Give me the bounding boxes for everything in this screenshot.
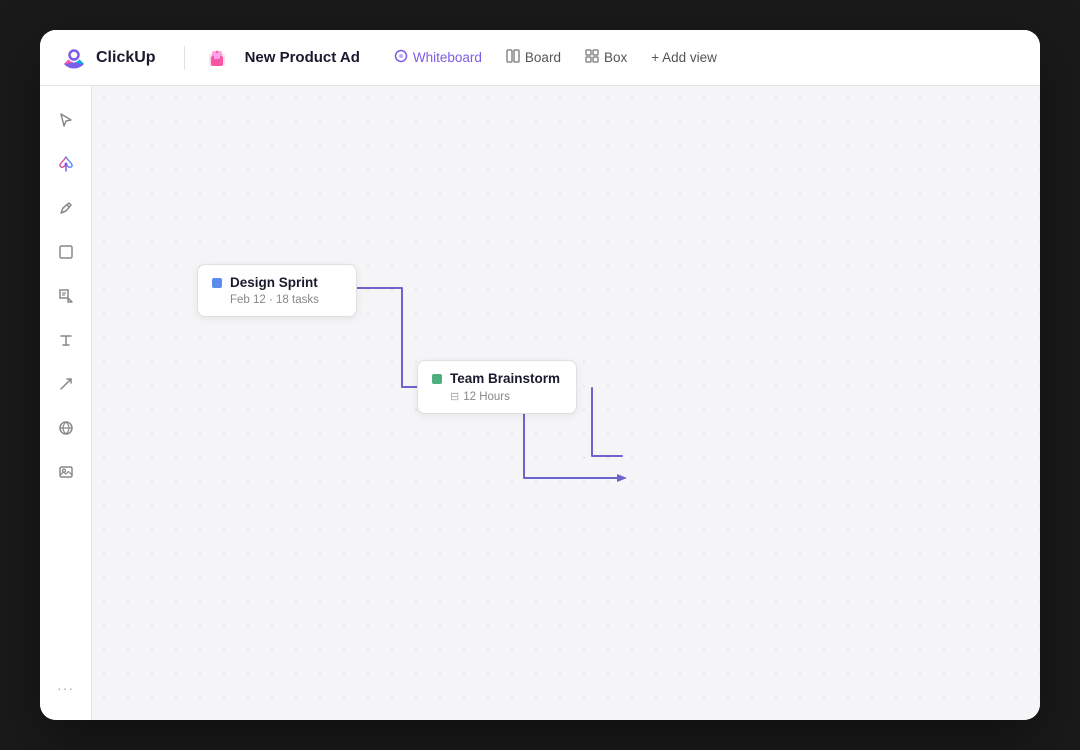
shape-tool[interactable] [48,234,84,270]
pen-tool[interactable] [48,190,84,226]
team-brainstorm-title: Team Brainstorm [450,371,560,386]
left-sidebar: ··· [40,86,92,720]
cursor-tool[interactable] [48,102,84,138]
nav-box-label: Box [604,50,627,65]
nav-whiteboard[interactable]: Whiteboard [384,44,492,71]
header-divider [184,46,185,70]
header: ClickUp New Product Ad Whi [40,30,1040,86]
text-tool[interactable] [48,322,84,358]
ai-tool[interactable] [48,146,84,182]
box-icon [585,49,599,66]
app-window: ClickUp New Product Ad Whi [40,30,1040,720]
design-sprint-title: Design Sprint [230,275,318,290]
sticky-note-tool[interactable] [48,278,84,314]
team-brainstorm-hours: 12 Hours [463,391,510,403]
add-view-button[interactable]: + Add view [641,45,727,70]
nav-board[interactable]: Board [496,44,571,71]
nav-items: Whiteboard Board [384,44,727,71]
canvas[interactable]: Design Sprint Feb 12 · 18 tasks Team Bra… [92,86,1040,720]
connector-tool[interactable] [48,366,84,402]
whiteboard-icon [394,49,408,66]
design-sprint-meta: Feb 12 · 18 tasks [230,294,342,306]
clock-icon: ⊟ [450,390,459,403]
card-header: Design Sprint [212,275,342,290]
main-content: ··· Design Sprint Feb 12 · [40,86,1040,720]
logo-text: ClickUp [96,49,156,67]
design-sprint-dot [212,278,222,288]
team-brainstorm-card[interactable]: Team Brainstorm ⊟ 12 Hours [417,360,577,414]
project-title: New Product Ad [245,49,360,66]
clickup-logo-icon [60,44,88,72]
team-brainstorm-sub: ⊟ 12 Hours [450,390,562,403]
image-tool[interactable] [48,454,84,490]
nav-board-label: Board [525,50,561,65]
nav-box[interactable]: Box [575,44,637,71]
design-sprint-card[interactable]: Design Sprint Feb 12 · 18 tasks [197,264,357,317]
nav-whiteboard-label: Whiteboard [413,50,482,65]
logo-area: ClickUp [60,44,156,72]
globe-tool[interactable] [48,410,84,446]
card-header-2: Team Brainstorm [432,371,562,386]
board-icon [506,49,520,66]
more-tools-button[interactable]: ··· [49,672,82,704]
team-brainstorm-dot [432,374,442,384]
add-view-label: + Add view [651,50,717,65]
project-icon [205,46,229,70]
